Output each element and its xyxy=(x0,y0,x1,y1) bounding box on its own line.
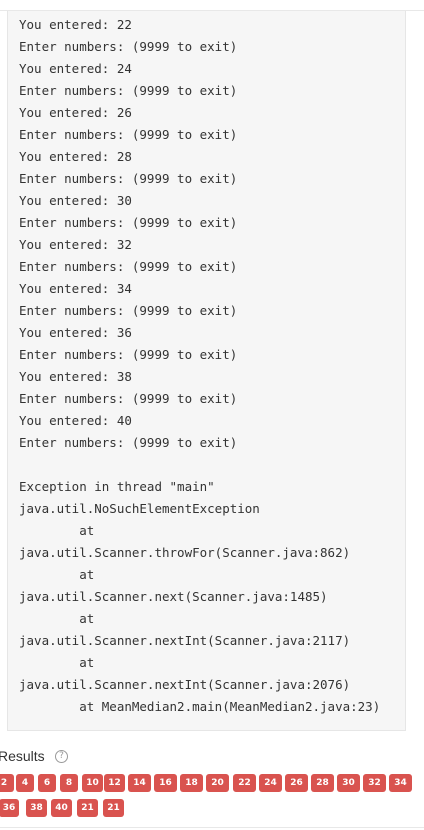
result-badge: 36 xyxy=(0,799,19,817)
result-badge: 26 xyxy=(285,774,308,792)
result-badge: 24 xyxy=(259,774,282,792)
result-badge: 12 xyxy=(104,774,125,792)
result-badge: 18 xyxy=(180,774,203,792)
result-badge: 21 xyxy=(103,799,124,817)
result-badge: 28 xyxy=(311,774,334,792)
result-badge: 38 xyxy=(26,799,47,817)
result-badge: 21 xyxy=(77,799,98,817)
result-badge: 30 xyxy=(337,774,360,792)
result-badge: 16 xyxy=(154,774,177,792)
result-badge: 6 xyxy=(38,774,56,792)
result-badge: 20 xyxy=(206,774,229,792)
result-badge: 8 xyxy=(60,774,78,792)
question-circle-icon[interactable]: ? xyxy=(55,750,68,763)
results-heading: Results xyxy=(0,748,45,764)
bottom-divider xyxy=(0,827,424,828)
result-badge: 4 xyxy=(16,774,34,792)
results-badge-list: 2 4 6 8 10 12 14 16 18 20 22 24 26 28 30 32 34 36 38 40 21 21 xyxy=(0,774,424,824)
result-badge: 34 xyxy=(389,774,412,792)
result-badge: 22 xyxy=(233,774,256,792)
console-output-text: You entered: 22 Enter numbers: (9999 to … xyxy=(19,17,381,714)
result-badge: 40 xyxy=(51,799,72,817)
result-badge: 32 xyxy=(363,774,386,792)
page: You entered: 22 Enter numbers: (9999 to … xyxy=(0,0,424,830)
console-output-panel: You entered: 22 Enter numbers: (9999 to … xyxy=(7,11,406,731)
result-badge: 2 xyxy=(0,774,14,792)
result-badge: 14 xyxy=(128,774,151,792)
result-badge: 10 xyxy=(82,774,103,792)
